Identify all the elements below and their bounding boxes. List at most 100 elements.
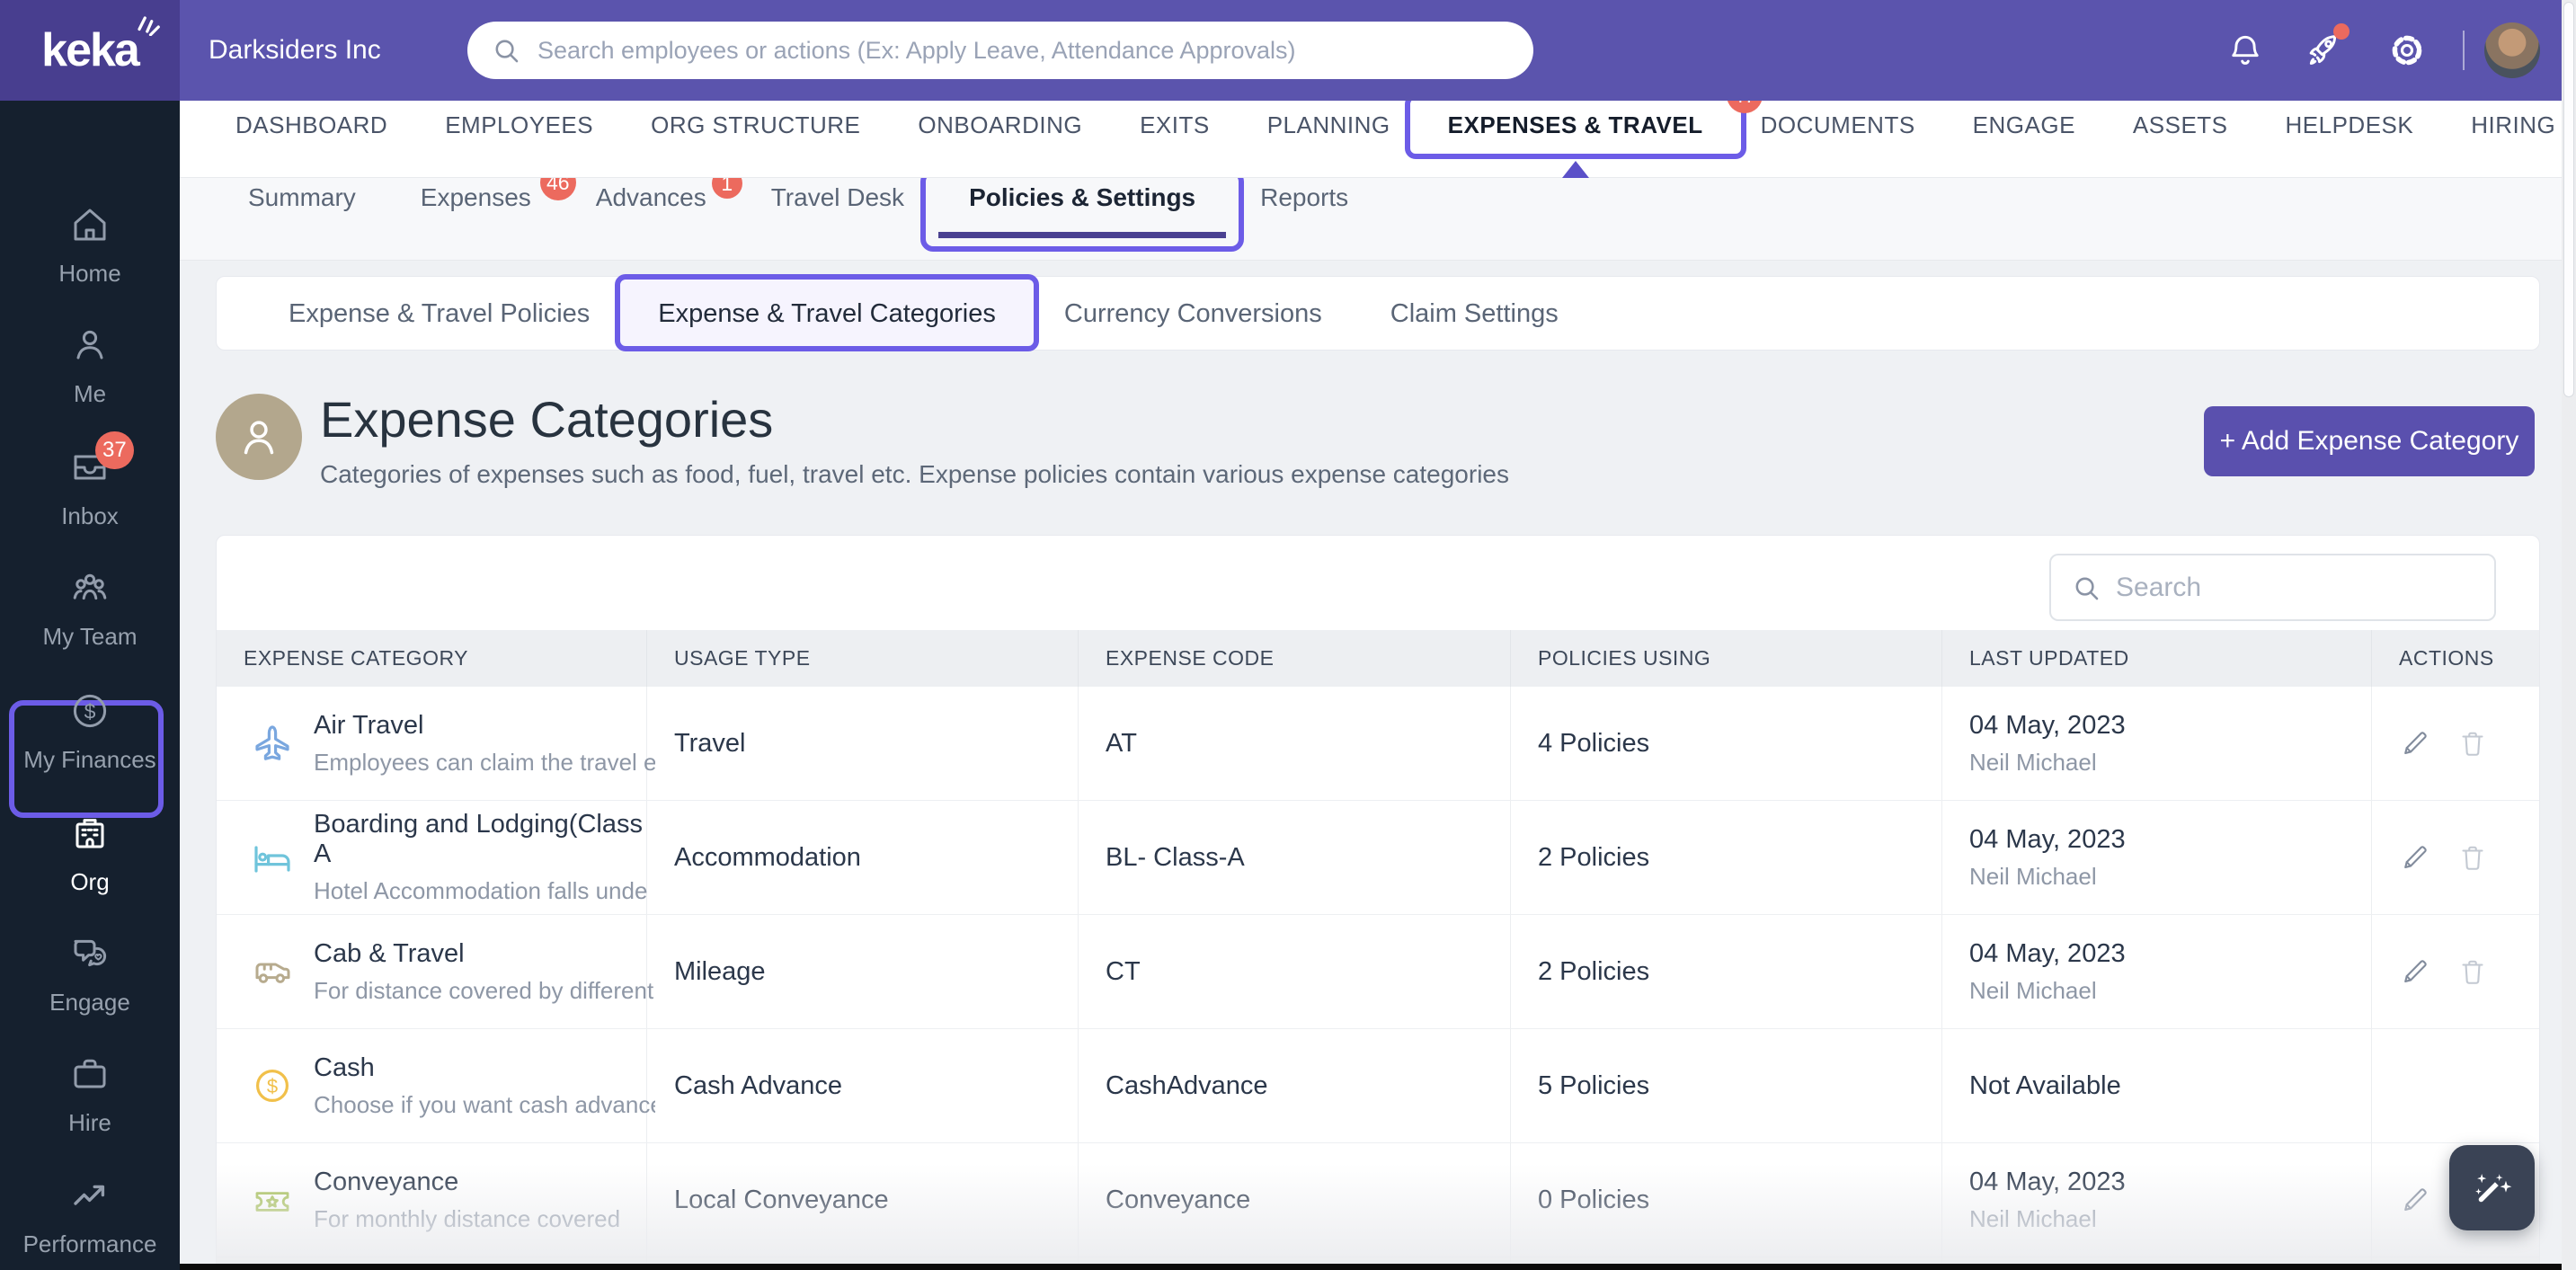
rocket-notification-dot <box>2333 23 2349 40</box>
sidebar-item-engage[interactable]: Engage <box>0 932 180 1017</box>
sidebar-item-org[interactable]: Org <box>0 812 180 896</box>
rocket-icon[interactable] <box>2303 0 2342 101</box>
scrollbar-thumb[interactable] <box>2563 2 2574 397</box>
page-subtitle: Categories of expenses such as food, fue… <box>320 460 1509 489</box>
updated-by: Neil Michael <box>1969 977 2097 1005</box>
last-updated-cell: Not Available <box>1942 1029 2372 1142</box>
cab-icon <box>251 950 294 993</box>
nav-tab-engage[interactable]: ENGAGE <box>1944 113 2104 137</box>
home-icon <box>68 203 111 251</box>
usage-type-cell: Mileage <box>647 915 1079 1028</box>
sub-nav: SummaryExpenses46Advances1Travel Desk Pol… <box>180 177 2576 261</box>
expense-category-cell: Boarding and Lodging(Class AHotel Accomm… <box>217 801 647 914</box>
actions-cell <box>2372 915 2539 1028</box>
subnav-tab-policies-settings[interactable]: Policies & Settings <box>937 184 1228 211</box>
subnav-tab-label: Reports <box>1260 183 1348 211</box>
category-name: Cash <box>314 1053 655 1083</box>
table-header-row: EXPENSE CATEGORYUSAGE TYPEEXPENSE CODEPO… <box>217 630 2539 687</box>
tab-label: Claim Settings <box>1390 299 1559 328</box>
keka-logo[interactable]: keka <box>0 0 180 101</box>
subnav-tab-expenses[interactable]: Expenses46 <box>388 184 564 211</box>
table-row: Air TravelEmployees can claim the travel… <box>217 687 2539 801</box>
sidebar-item-label: Engage <box>49 989 130 1017</box>
table-search-input[interactable] <box>2116 573 2474 603</box>
edit-icon[interactable] <box>2399 841 2431 874</box>
subnav-tab-travel-desk[interactable]: Travel Desk <box>739 184 937 211</box>
sidebar-item-my-team[interactable]: My Team <box>0 566 180 651</box>
nav-tab-onboarding[interactable]: ONBOARDING <box>889 113 1111 137</box>
subnav-tab-label: Policies & Settings <box>969 183 1195 211</box>
nav-tab-exits[interactable]: EXITS <box>1111 113 1239 137</box>
last-updated-cell: 04 May, 2023Neil Michael <box>1942 1143 2372 1257</box>
svg-text:$: $ <box>267 1075 278 1097</box>
table-body: Air TravelEmployees can claim the travel… <box>217 687 2539 1270</box>
column-header-last-updated: LAST UPDATED <box>1942 630 2372 687</box>
sidebar-item-performance[interactable]: Performance <box>0 1174 180 1258</box>
nav-tab-dashboard[interactable]: DASHBOARD <box>207 113 416 137</box>
policies-using-cell: 4 Policies <box>1511 687 1942 800</box>
nav-tab-label: EXITS <box>1140 111 1210 138</box>
updated-date: Not Available <box>1969 1071 2121 1101</box>
sidebar-item-label: Performance <box>23 1230 157 1258</box>
column-header-usage-type: USAGE TYPE <box>647 630 1079 687</box>
column-header-expense-code: EXPENSE CODE <box>1079 630 1511 687</box>
category-description: For monthly distance covered <box>314 1205 620 1233</box>
delete-icon[interactable] <box>2456 727 2489 759</box>
tab-expense-travel-policies[interactable]: Expense & Travel Policies <box>254 299 624 328</box>
person-icon <box>234 412 284 462</box>
sidebar-item-home[interactable]: Home <box>0 203 180 288</box>
bed-icon <box>251 836 294 879</box>
nav-tab-helpdesk[interactable]: HELPDESK <box>2257 113 2443 137</box>
nav-tab-label: HIRING <box>2471 111 2555 138</box>
magic-wand-button[interactable] <box>2449 1145 2535 1230</box>
nav-tab-org-structure[interactable]: ORG STRUCTURE <box>622 113 889 137</box>
last-updated-cell: 04 May, 2023 Neil Michael <box>1942 915 2372 1028</box>
sidebar-item-hire[interactable]: Hire <box>0 1052 180 1137</box>
tab-claim-settings[interactable]: Claim Settings <box>1356 299 1593 328</box>
subnav-tab-reports[interactable]: Reports <box>1228 184 1381 211</box>
column-header-policies-using: POLICIES USING <box>1511 630 1942 687</box>
nav-tab-assets[interactable]: ASSETS <box>2104 113 2257 137</box>
usage-type-cell: Travel <box>647 687 1079 800</box>
nav-tab-planning[interactable]: PLANNING <box>1239 113 1419 137</box>
sidebar-item-me[interactable]: Me <box>0 324 180 408</box>
sidebar-item-my-finances[interactable]: $My Finances <box>0 689 180 774</box>
nav-tab-employees[interactable]: EMPLOYEES <box>416 113 622 137</box>
delete-icon[interactable] <box>2456 955 2489 988</box>
category-description: Choose if you want cash advance <box>314 1091 655 1119</box>
page-avatar <box>216 394 302 480</box>
nav-tab-hiring[interactable]: HIRING <box>2442 113 2576 137</box>
edit-icon[interactable] <box>2399 955 2431 988</box>
subnav-tab-advances[interactable]: Advances1 <box>564 184 739 211</box>
edit-icon[interactable] <box>2399 727 2431 759</box>
delete-icon[interactable] <box>2456 841 2489 874</box>
policies-using-cell: 0 Policies <box>1511 1143 1942 1257</box>
edit-icon[interactable] <box>2399 1184 2431 1216</box>
expense-categories-table: EXPENSE CATEGORYUSAGE TYPEEXPENSE CODEPO… <box>216 535 2540 1270</box>
tab-currency-conversions[interactable]: Currency Conversions <box>1030 299 1356 328</box>
expense-category-cell: Air TravelEmployees can claim the travel… <box>217 687 647 800</box>
updated-date: 04 May, 2023 <box>1969 939 2126 969</box>
nav-tab-documents[interactable]: DOCUMENTS <box>1732 113 1944 137</box>
nav-tab-expenses-travel[interactable]: EXPENSES & TRAVEL47 <box>1419 113 1732 137</box>
bell-icon[interactable] <box>2225 0 2265 101</box>
global-search[interactable] <box>467 22 1533 79</box>
updated-by: Neil Michael <box>1969 1205 2097 1233</box>
sidebar-item-inbox[interactable]: 37Inbox <box>0 446 180 530</box>
page-scrollbar[interactable] <box>2562 0 2576 1270</box>
usage-type-cell: Accommodation <box>647 801 1079 914</box>
gear-icon[interactable] <box>2387 0 2427 101</box>
add-expense-category-button[interactable]: + Add Expense Category <box>2204 406 2535 476</box>
subnav-tab-summary[interactable]: Summary <box>216 184 388 211</box>
user-avatar[interactable] <box>2484 22 2540 78</box>
global-search-input[interactable] <box>537 37 1510 65</box>
sidebar-item-label: Org <box>70 868 109 896</box>
table-search[interactable] <box>2049 554 2496 621</box>
actions-cell <box>2372 801 2539 914</box>
sidebar-item-label: Hire <box>68 1109 111 1137</box>
active-tab-arrow-icon <box>1562 161 1589 178</box>
expense-category-cell: ConveyanceFor monthly distance covered <box>217 1143 647 1257</box>
engage-icon <box>68 932 111 980</box>
tab-expense-travel-categories[interactable]: Expense & Travel Categories <box>624 299 1030 328</box>
active-subnav-underline <box>938 232 1226 238</box>
